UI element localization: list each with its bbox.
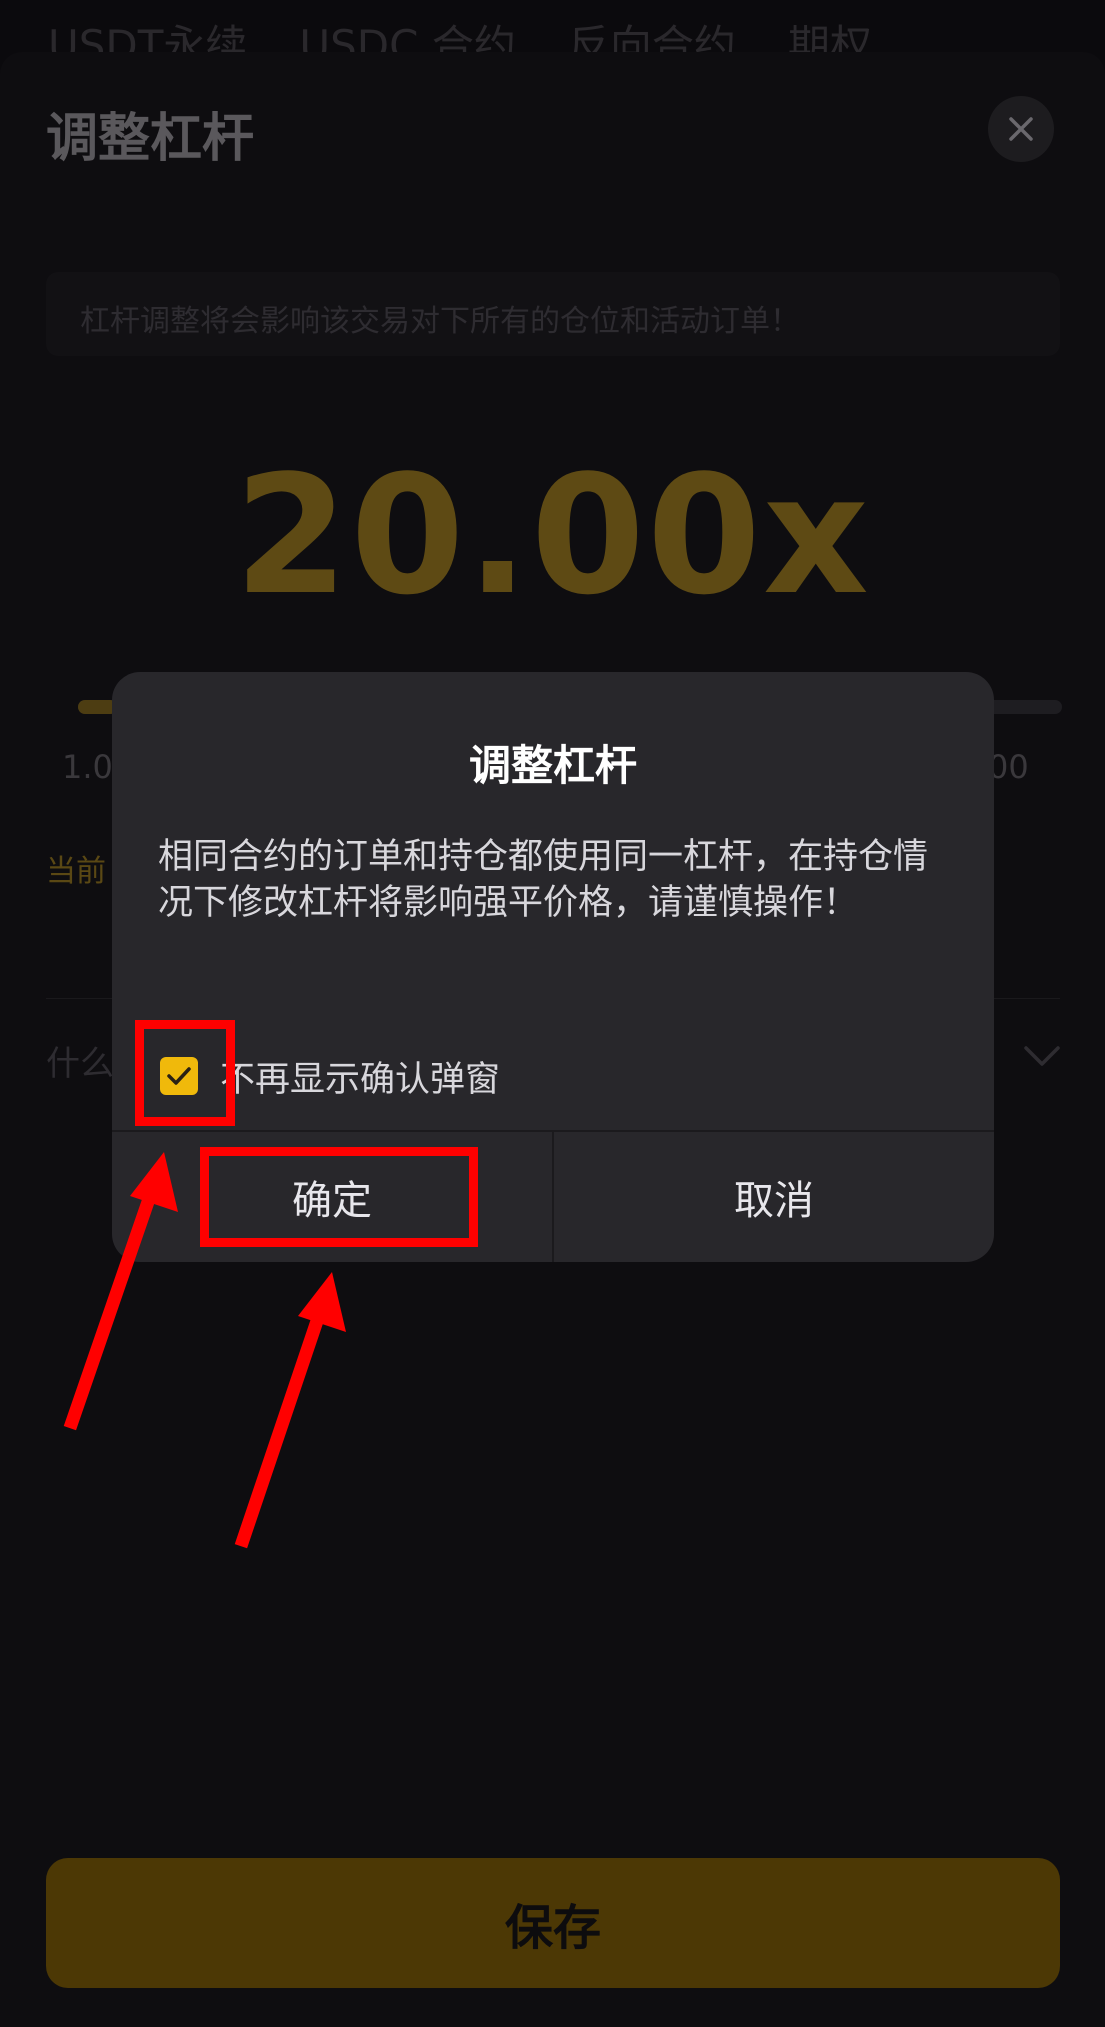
notice-text: 杠杆调整将会影响该交易对下所有的仓位和活动订单！ [80, 304, 800, 339]
close-icon [1009, 117, 1033, 141]
dont-show-again-label[interactable]: 不再显示确认弹窗 [220, 1051, 500, 1102]
tab-options[interactable]: 期权 [788, 12, 872, 52]
save-button[interactable]: 保存 [46, 1858, 1060, 1988]
chevron-down-icon[interactable] [1022, 1044, 1062, 1070]
tab-usdt-perpetual[interactable]: USDT永续 [48, 12, 247, 52]
top-tabs: USDT永续 USDC 合约 反向合约 期权 [48, 12, 872, 52]
sheet-title: 调整杠杆 [46, 109, 255, 169]
dialog-message: 相同合约的订单和持仓都使用同一杠杆，在持仓情况下修改杠杆将影响强平价格，请谨慎操… [158, 837, 929, 923]
page: USDT永续 USDC 合约 反向合约 期权 调整杠杆 杠杆调整将会影响该交易对… [0, 0, 1105, 2027]
faq-label[interactable]: 什么 [46, 1036, 114, 1085]
cancel-button[interactable]: 取消 [554, 1132, 994, 1262]
tab-inverse-contract[interactable]: 反向合约 [568, 12, 736, 52]
notice-box: 杠杆调整将会影响该交易对下所有的仓位和活动订单！ [46, 272, 1060, 356]
close-button[interactable] [988, 96, 1054, 162]
annotation-box-confirm [200, 1147, 478, 1247]
slider-max-label: 00 [988, 748, 1029, 786]
dialog-title: 调整杠杆 [468, 741, 637, 790]
tab-usdc-contract[interactable]: USDC 合约 [299, 12, 515, 52]
current-leverage-label: 当前 [46, 854, 106, 889]
annotation-box-checkbox [135, 1020, 235, 1126]
slider-min-label: 1.0 [62, 748, 113, 786]
leverage-value: 20.00x [234, 440, 871, 631]
